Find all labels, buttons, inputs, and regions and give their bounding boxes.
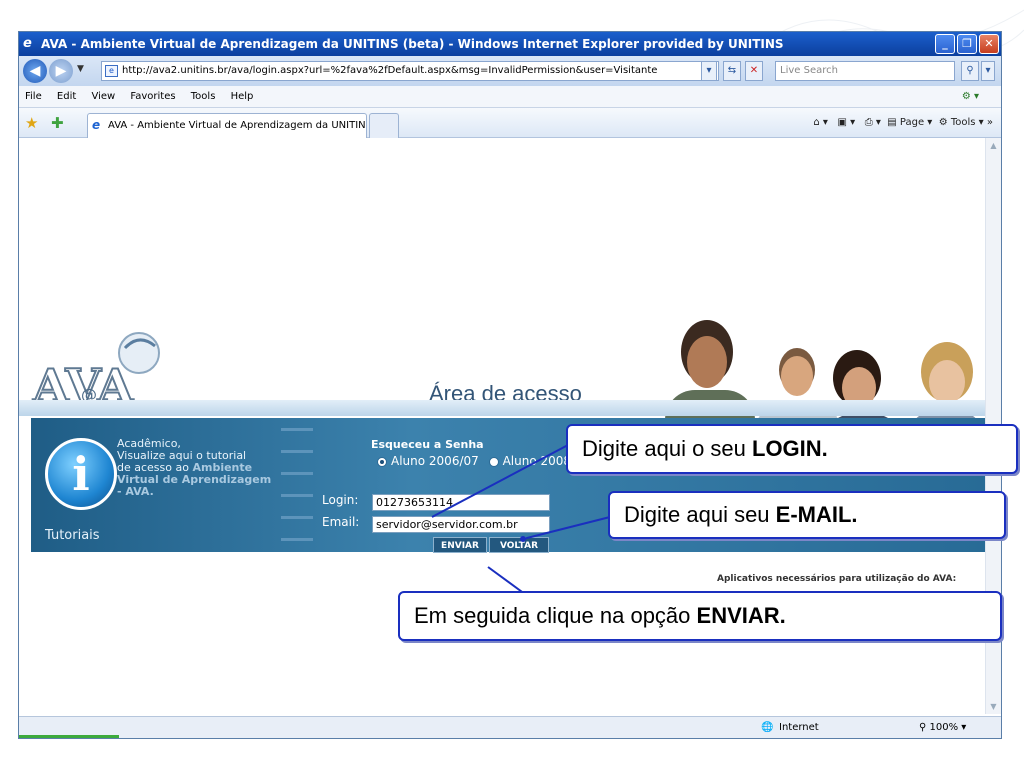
slide: e AVA - Ambiente Virtual de Aprendizagem… bbox=[0, 0, 1024, 768]
send-callout: Em seguida clique na opção ENVIAR. bbox=[398, 591, 1002, 641]
login-callout: Digite aqui o seu LOGIN. bbox=[566, 424, 1018, 474]
email-callout: Digite aqui seu E-MAIL. bbox=[608, 491, 1006, 539]
callout-arrows bbox=[431, 444, 611, 601]
